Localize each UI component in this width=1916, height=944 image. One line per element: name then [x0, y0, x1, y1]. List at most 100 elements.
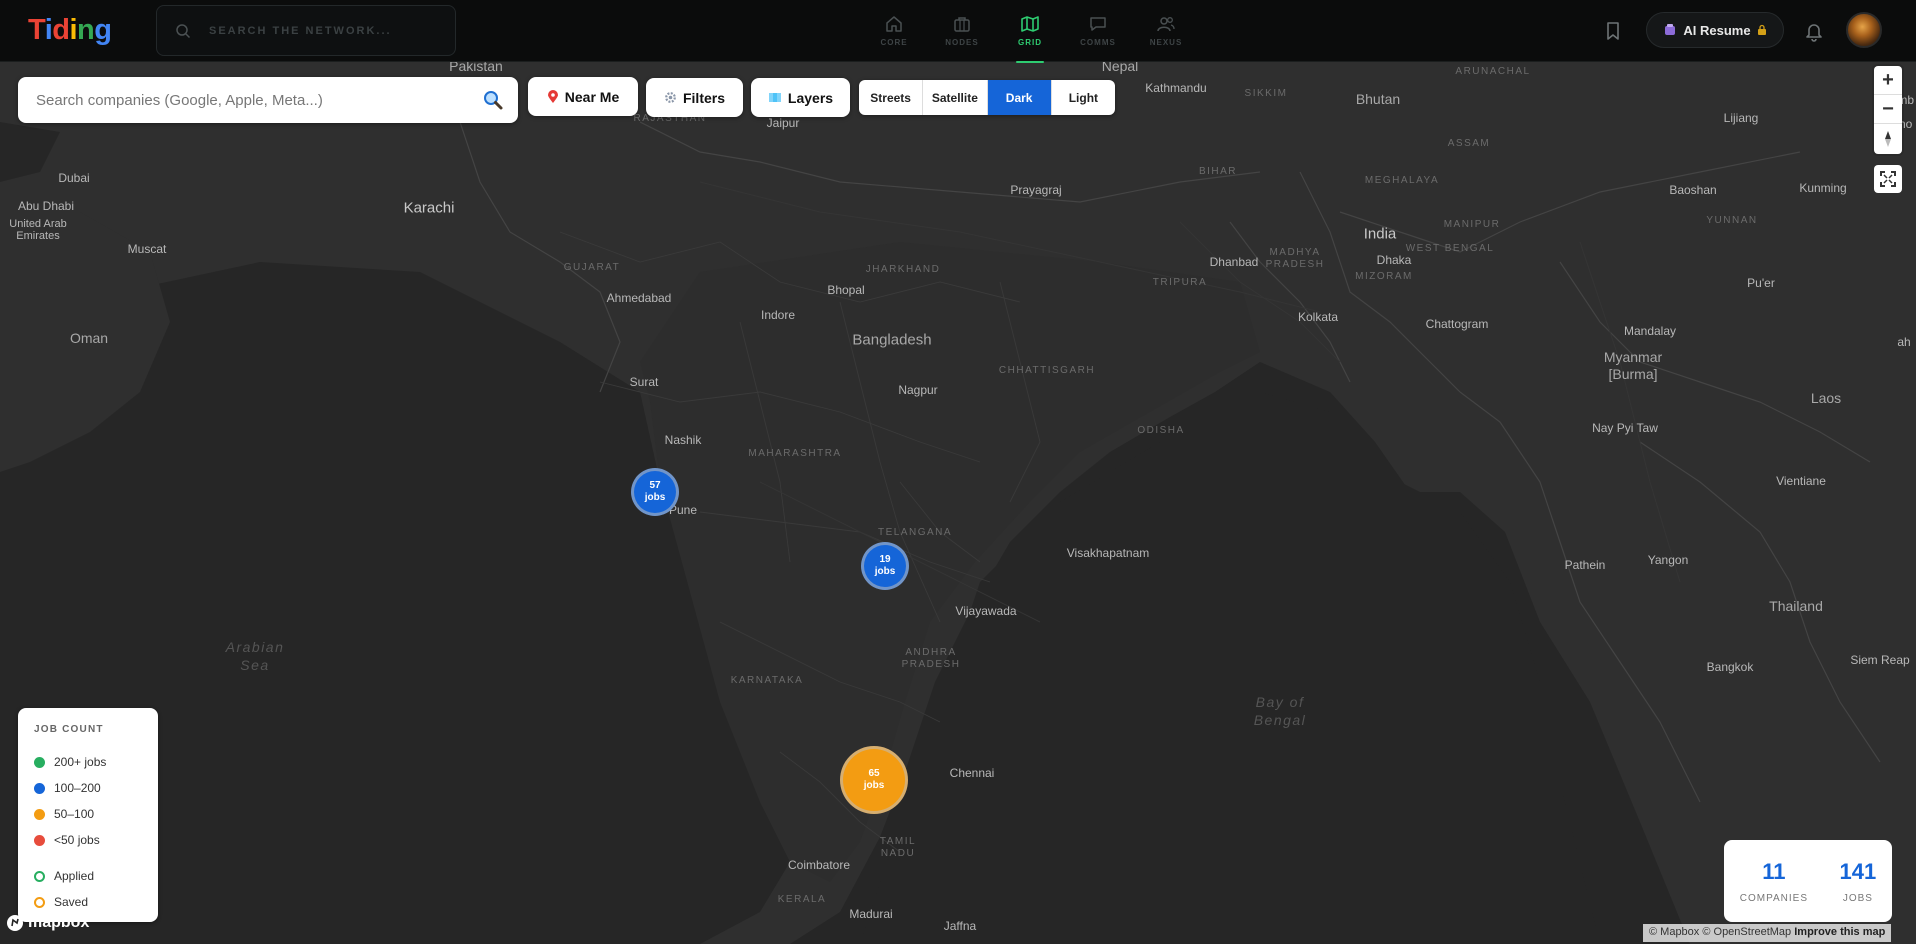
- place-label: Oman: [69, 330, 109, 346]
- place-label: Muscat: [127, 242, 167, 256]
- region-label: BIHAR: [1198, 166, 1238, 177]
- bookmark-icon[interactable]: [1603, 20, 1623, 42]
- place-label: ah: [1897, 335, 1911, 349]
- place-label: Laos: [1810, 390, 1842, 406]
- map-layers-icon: [768, 93, 781, 102]
- region-label: ASSAM: [1447, 138, 1491, 149]
- legend-dot: [34, 808, 45, 820]
- network-search-input[interactable]: SEARCH THE NETWORK...: [156, 5, 456, 56]
- briefcase-icon: [954, 17, 970, 32]
- place-label: Nashik: [664, 433, 702, 447]
- place-label: Coimbatore: [787, 858, 851, 872]
- region-label: ANDHRA PRADESH: [901, 647, 961, 670]
- zoom-in-button[interactable]: +: [1874, 66, 1902, 95]
- place-label: Nepal: [1101, 62, 1139, 74]
- region-label: CHHATTISGARH: [998, 365, 1096, 376]
- users-icon: [1157, 17, 1175, 32]
- style-dark[interactable]: Dark: [987, 80, 1052, 115]
- legend-dot: [34, 834, 45, 846]
- legend-label: Applied: [54, 869, 95, 883]
- place-label: Siem Reap: [1850, 653, 1910, 667]
- nav-grid[interactable]: GRID: [996, 0, 1064, 63]
- place-label: Prayagraj: [1010, 183, 1062, 197]
- legend-ring: [34, 870, 45, 882]
- map-basemap: [0, 62, 1916, 944]
- resume-icon: [1665, 24, 1676, 35]
- cluster-count: 65: [868, 768, 880, 779]
- near-me-button[interactable]: Near Me: [528, 77, 638, 116]
- place-label: Madurai: [849, 907, 893, 921]
- nav-comms[interactable]: COMMS: [1064, 0, 1132, 62]
- legend-item: <50 jobs: [34, 827, 142, 853]
- job-cluster-marker[interactable]: 65 jobs: [840, 746, 908, 814]
- ai-resume-button[interactable]: AI Resume: [1646, 12, 1784, 48]
- layers-button[interactable]: Layers: [751, 78, 850, 117]
- region-label: ODISHA: [1137, 425, 1185, 436]
- job-count-legend: JOB COUNT 200+ jobs 100–200 50–100 <50 j…: [18, 708, 158, 922]
- legend-title: JOB COUNT: [34, 724, 104, 735]
- place-label: Visakhapatnam: [1066, 546, 1150, 560]
- job-cluster-marker[interactable]: 57 jobs: [631, 468, 679, 516]
- place-label: Chennai: [949, 766, 995, 780]
- place-label: Baoshan: [1669, 183, 1717, 197]
- map-canvas[interactable]: Pakistan Nepal Kathmandu Bhutan Lijiang …: [0, 62, 1916, 944]
- app: Tiding SEARCH THE NETWORK... CORE NODES …: [0, 0, 1916, 944]
- notification-bell-icon[interactable]: [1804, 20, 1824, 42]
- cluster-unit: jobs: [863, 780, 885, 791]
- style-satellite[interactable]: Satellite: [923, 80, 988, 115]
- job-cluster-marker[interactable]: 19 jobs: [861, 542, 909, 590]
- company-search-box: [18, 77, 518, 123]
- compass-button[interactable]: [1874, 124, 1902, 153]
- place-label: Kolkata: [1297, 310, 1339, 324]
- place-label: Ahmedabad: [606, 291, 672, 305]
- jobs-stat: 141 JOBS: [1840, 859, 1877, 904]
- home-icon: [886, 16, 902, 32]
- place-label: Lijiang: [1723, 111, 1759, 125]
- place-label: Dubai: [58, 171, 90, 185]
- fullscreen-button[interactable]: [1874, 165, 1902, 193]
- company-search-input[interactable]: [36, 91, 476, 109]
- attribution-text[interactable]: © Mapbox © OpenStreetMap: [1649, 926, 1791, 938]
- region-label: GUJARAT: [563, 262, 621, 273]
- zoom-out-button[interactable]: −: [1874, 95, 1902, 124]
- region-label: TAMIL NADU: [879, 836, 917, 859]
- mapbox-icon: [7, 915, 23, 931]
- region-label: KARNATAKA: [730, 675, 804, 686]
- legend-item: 200+ jobs: [34, 749, 142, 775]
- nav-core[interactable]: CORE: [860, 0, 928, 62]
- filters-button[interactable]: Filters: [646, 78, 743, 117]
- legend-label: <50 jobs: [54, 833, 100, 847]
- place-label: Indore: [760, 308, 796, 322]
- style-light[interactable]: Light: [1052, 80, 1115, 115]
- user-avatar[interactable]: [1846, 12, 1882, 48]
- search-icon[interactable]: [482, 89, 504, 111]
- chat-icon: [1090, 17, 1106, 31]
- legend-item: 100–200: [34, 775, 142, 801]
- nav-nodes[interactable]: NODES: [928, 0, 996, 62]
- improve-map-link[interactable]: Improve this map: [1794, 926, 1885, 938]
- place-label: Kunming: [1799, 181, 1847, 195]
- mapbox-logo[interactable]: mapbox: [6, 914, 89, 932]
- companies-count: 11: [1762, 858, 1786, 884]
- legend-label: 100–200: [54, 781, 101, 795]
- legend-dot: [34, 782, 45, 794]
- nav-nexus-label: NEXUS: [1149, 38, 1183, 47]
- region-label: TRIPURA: [1152, 277, 1208, 288]
- logo-letter: n: [77, 14, 95, 46]
- place-label: Dhanbad: [1209, 255, 1259, 269]
- nav-nodes-label: NODES: [945, 38, 979, 47]
- top-navbar: Tiding SEARCH THE NETWORK... CORE NODES …: [0, 0, 1916, 63]
- map-icon: [1021, 16, 1039, 32]
- region-label: MIZORAM: [1355, 271, 1413, 282]
- nav-nexus[interactable]: NEXUS: [1132, 0, 1200, 62]
- cluster-unit: jobs: [874, 566, 896, 577]
- region-label: MADHYA PRADESH: [1265, 247, 1325, 270]
- near-me-label: Near Me: [564, 88, 620, 105]
- style-streets[interactable]: Streets: [859, 80, 924, 115]
- legend-item: 50–100: [34, 801, 142, 827]
- tiding-logo[interactable]: Tiding: [28, 12, 112, 48]
- jobs-caption: JOBS: [1842, 892, 1873, 904]
- place-label: Bhutan: [1355, 91, 1401, 107]
- legend-label: 200+ jobs: [54, 755, 107, 769]
- nav-grid-label: GRID: [1018, 38, 1042, 47]
